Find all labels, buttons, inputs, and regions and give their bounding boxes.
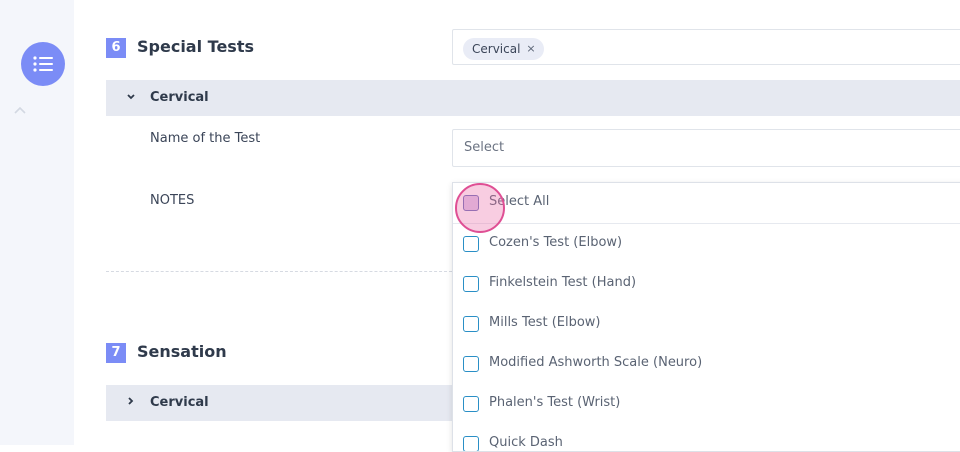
option-checkbox[interactable] bbox=[463, 356, 479, 372]
select-placeholder: Select bbox=[464, 140, 505, 155]
option-label: Modified Ashworth Scale (Neuro) bbox=[489, 355, 703, 370]
dropdown-option[interactable]: Modified Ashworth Scale (Neuro) bbox=[453, 344, 960, 384]
dropdown-option[interactable]: Quick Dash bbox=[453, 424, 960, 451]
region-chip: Cervical × bbox=[463, 38, 544, 60]
section-divider bbox=[106, 271, 452, 272]
option-checkbox[interactable] bbox=[463, 396, 479, 412]
chevron-down-icon bbox=[125, 91, 137, 105]
dropdown-option[interactable]: Mills Test (Elbow) bbox=[453, 304, 960, 344]
select-all-option[interactable]: Select All bbox=[453, 183, 960, 224]
chevron-right-icon bbox=[125, 396, 137, 410]
section-title: Special Tests bbox=[137, 37, 254, 56]
special-tests-region-field[interactable]: Cervical × bbox=[452, 29, 960, 65]
section-number: 7 bbox=[106, 343, 126, 363]
section-title: Sensation bbox=[137, 342, 227, 361]
notes-label: NOTES bbox=[150, 193, 195, 208]
click-indicator bbox=[455, 183, 505, 233]
option-label: Mills Test (Elbow) bbox=[489, 315, 601, 330]
chip-label: Cervical bbox=[472, 42, 521, 56]
section-number: 6 bbox=[106, 38, 126, 58]
test-name-label: Name of the Test bbox=[150, 131, 261, 146]
test-name-select[interactable]: Select bbox=[452, 129, 960, 167]
dropdown-option[interactable]: Finkelstein Test (Hand) bbox=[453, 264, 960, 304]
section-menu-button[interactable] bbox=[21, 42, 65, 86]
option-checkbox[interactable] bbox=[463, 236, 479, 252]
dropdown-option[interactable]: Phalen's Test (Wrist) bbox=[453, 384, 960, 424]
left-rail bbox=[0, 0, 74, 445]
option-label: Phalen's Test (Wrist) bbox=[489, 395, 621, 410]
option-label: Finkelstein Test (Hand) bbox=[489, 275, 637, 290]
accordion-label: Cervical bbox=[150, 395, 209, 410]
option-label: Quick Dash bbox=[489, 435, 563, 450]
option-checkbox[interactable] bbox=[463, 276, 479, 292]
option-checkbox[interactable] bbox=[463, 316, 479, 332]
cervical-accordion-header[interactable]: Cervical bbox=[106, 80, 960, 116]
list-icon bbox=[33, 56, 53, 72]
dropdown-option[interactable]: Cozen's Test (Elbow) bbox=[453, 224, 960, 264]
test-options-dropdown: Select All Cozen's Test (Elbow) Finkelst… bbox=[452, 182, 960, 452]
chevron-up-icon[interactable] bbox=[13, 104, 27, 118]
accordion-label: Cervical bbox=[150, 90, 209, 105]
option-label: Cozen's Test (Elbow) bbox=[489, 235, 623, 250]
option-checkbox[interactable] bbox=[463, 436, 479, 451]
close-icon[interactable]: × bbox=[526, 38, 535, 60]
